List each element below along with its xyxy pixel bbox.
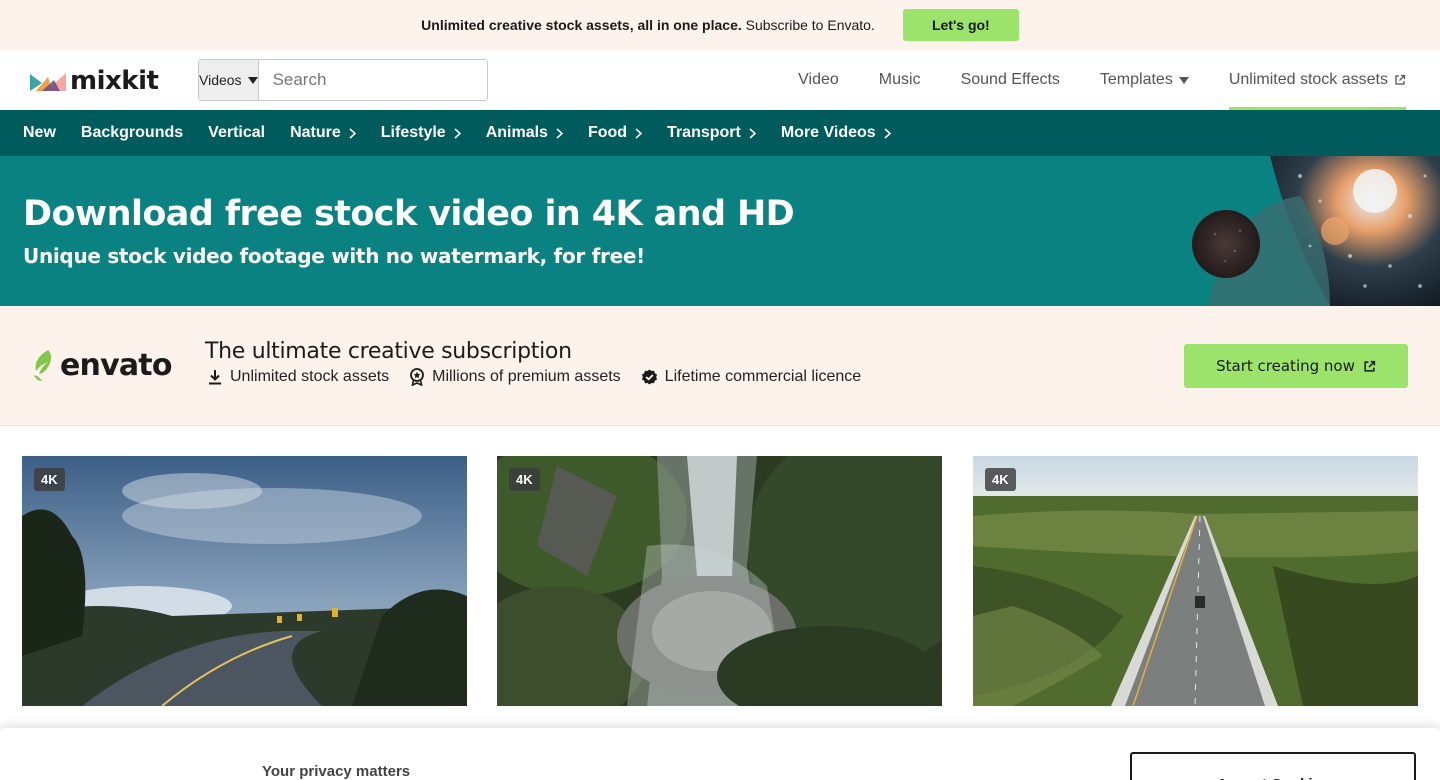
feature-label: Millions of premium assets — [432, 368, 621, 385]
nav-sound-effects[interactable]: Sound Effects — [961, 50, 1060, 110]
mixkit-logo-icon — [30, 73, 66, 91]
search-category-label: Videos — [199, 72, 242, 88]
category-bar: New Backgrounds Vertical Nature Lifestyl… — [0, 110, 1440, 156]
feature-unlimited: Unlimited stock assets — [207, 368, 389, 386]
video-card-waterfall[interactable]: 4K — [497, 456, 942, 706]
category-label: Lifestyle — [380, 124, 446, 141]
nav-video[interactable]: Video — [798, 50, 839, 110]
envato-leaf-icon — [34, 349, 52, 381]
envato-promo-band: envato The ultimate creative subscriptio… — [0, 306, 1440, 426]
envato-logo[interactable]: envato — [30, 348, 172, 383]
category-new[interactable]: New — [23, 124, 56, 142]
category-label: New — [23, 124, 56, 141]
category-label: More Videos — [780, 124, 876, 141]
video-thumbnail-bridge — [973, 456, 1418, 706]
external-link-icon — [1395, 74, 1406, 85]
promo-lets-go-button[interactable]: Let's go! — [902, 9, 1019, 41]
chevron-right-icon — [556, 127, 563, 139]
caret-down-icon — [247, 76, 258, 84]
promo-bar: Unlimited creative stock assets, all in … — [0, 0, 1440, 50]
video-thumbnail-road — [22, 456, 467, 706]
quality-badge: 4K — [509, 468, 540, 491]
feature-label: Unlimited stock assets — [230, 368, 390, 385]
category-label: Food — [587, 124, 628, 141]
video-card-mountain-road[interactable]: 4K — [22, 456, 467, 706]
video-card-bridge-aerial[interactable]: 4K — [973, 456, 1418, 706]
nav-templates[interactable]: Templates — [1100, 50, 1189, 110]
feature-licence: Lifetime commercial licence — [641, 368, 862, 386]
cookie-title: Your privacy matters — [262, 763, 411, 780]
verified-check-icon — [641, 369, 657, 384]
top-nav: Video Music Sound Effects Templates Unli… — [798, 50, 1407, 110]
start-creating-button[interactable]: Start creating now — [1184, 344, 1408, 388]
feature-label: Lifetime commercial licence — [664, 368, 862, 385]
category-vertical[interactable]: Vertical — [208, 124, 265, 142]
category-label: Nature — [290, 124, 341, 141]
category-transport[interactable]: Transport — [667, 124, 756, 142]
hero-banner: Download free stock video in 4K and HD U… — [0, 156, 1440, 306]
category-more-videos[interactable]: More Videos — [781, 124, 891, 142]
promo-text: Unlimited creative stock assets, all in … — [421, 17, 875, 33]
external-link-icon — [1364, 360, 1375, 372]
promo-subscribe-text: Subscribe to Envato. — [745, 17, 875, 33]
start-creating-label: Start creating now — [1216, 357, 1355, 375]
nav-templates-label: Templates — [1099, 71, 1173, 88]
search-input[interactable] — [258, 60, 487, 100]
category-label: Vertical — [208, 124, 266, 141]
hero-subtitle: Unique stock video footage with no water… — [23, 244, 645, 268]
hero-decorative-image — [1192, 156, 1440, 306]
mixkit-logo-text: mixkit — [70, 66, 159, 96]
search-category-select[interactable]: Videos — [199, 60, 259, 100]
video-thumbnail-waterfall — [497, 456, 942, 706]
chevron-right-icon — [349, 127, 356, 139]
quality-badge: 4K — [985, 468, 1016, 491]
envato-features: Unlimited stock assets Millions of premi… — [207, 368, 861, 386]
category-backgrounds[interactable]: Backgrounds — [81, 124, 183, 142]
hero-title: Download free stock video in 4K and HD — [23, 194, 795, 234]
search-bar: Videos — [198, 59, 488, 101]
cookie-banner: Your privacy matters Accept Cookies — [0, 728, 1440, 780]
award-icon — [410, 368, 425, 386]
nav-unlimited-label: Unlimited stock assets — [1228, 71, 1388, 88]
envato-title: The ultimate creative subscription — [205, 339, 572, 364]
caret-down-icon — [1178, 76, 1189, 84]
quality-badge: 4K — [34, 468, 65, 491]
envato-logo-text: envato — [60, 348, 172, 383]
download-icon — [209, 370, 221, 385]
chevron-right-icon — [884, 127, 891, 139]
category-label: Animals — [485, 124, 548, 141]
accept-cookies-button[interactable]: Accept Cookies — [1130, 752, 1416, 780]
feature-premium: Millions of premium assets — [409, 368, 621, 386]
site-header: mixkit Videos Video Music Sound Effects … — [0, 50, 1440, 110]
nav-music[interactable]: Music — [879, 50, 921, 110]
category-label: Backgrounds — [80, 124, 184, 141]
nav-sound-effects-label: Sound Effects — [960, 71, 1060, 88]
nav-music-label: Music — [878, 71, 921, 88]
category-lifestyle[interactable]: Lifestyle — [381, 124, 461, 142]
chevron-right-icon — [454, 127, 461, 139]
category-nature[interactable]: Nature — [290, 124, 356, 142]
nav-unlimited-stock-assets[interactable]: Unlimited stock assets — [1228, 50, 1407, 110]
chevron-right-icon — [749, 127, 756, 139]
chevron-right-icon — [635, 127, 643, 139]
category-animals[interactable]: Animals — [486, 124, 563, 142]
promo-bold-text: Unlimited creative stock assets, all in … — [421, 17, 742, 33]
nav-video-label: Video — [798, 71, 839, 88]
category-food[interactable]: Food — [587, 124, 643, 142]
mixkit-logo[interactable]: mixkit — [30, 66, 159, 96]
category-label: Transport — [667, 124, 741, 141]
